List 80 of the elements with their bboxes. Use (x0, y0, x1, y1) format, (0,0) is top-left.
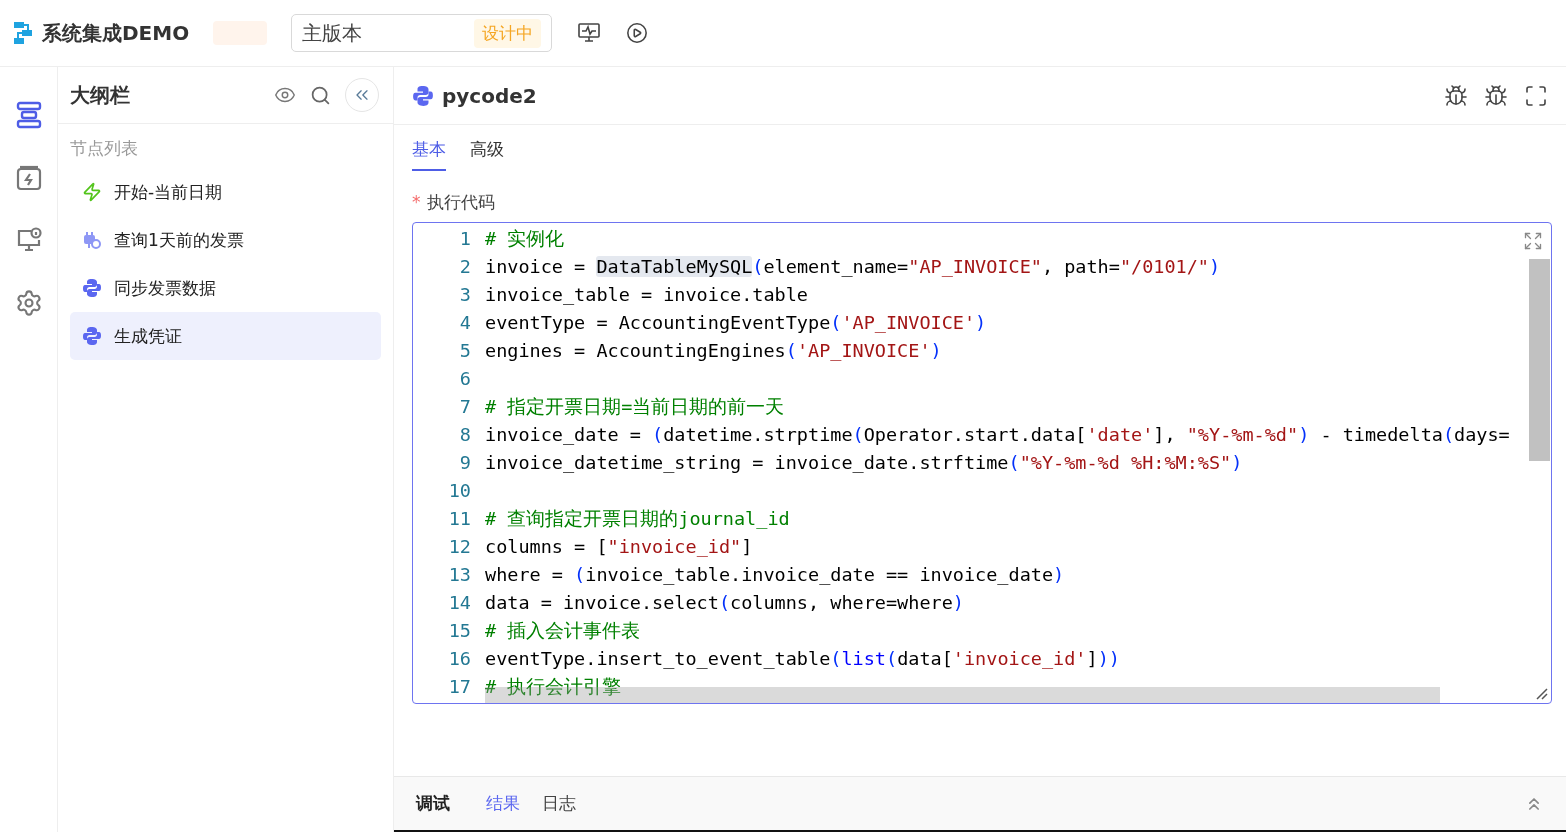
monitor-info-icon[interactable] (15, 227, 42, 253)
node-label: 查询1天前的发票 (114, 228, 244, 252)
line-number: 17 (447, 675, 471, 697)
play-button[interactable] (626, 22, 649, 44)
tab[interactable]: 结果 (486, 792, 520, 815)
code-line: engines = AccountingEngines('AP_INVOICE') (485, 339, 942, 361)
play-icon (626, 22, 649, 44)
code-line: where = (invoice_table.invoice_date == invoice_date) (485, 563, 1065, 585)
node-label: 生成凭证 (114, 324, 182, 348)
node-item[interactable]: 查询1天前的发票 (70, 216, 381, 264)
code-line: invoice = DataTableMySQL(element_name="AP_INVOICE", path="/0101/") (485, 255, 1221, 277)
bug-icon (1484, 83, 1508, 108)
python-icon (412, 84, 434, 107)
line-number: 13 (447, 563, 471, 585)
line-number: 8 (458, 423, 471, 445)
code-line: eventType.insert_to_event_table(list(data['invoice_id'])) (485, 647, 1120, 669)
section-title: 节点列表 (69, 137, 139, 160)
line-number: 11 (447, 507, 471, 529)
fullscreen-icon (1524, 83, 1548, 108)
monitor-icon (578, 23, 601, 43)
line-number: 15 (447, 619, 471, 641)
line-number: 7 (458, 395, 471, 417)
code-editor[interactable] (412, 222, 1552, 704)
plug-icon (82, 230, 102, 250)
expand-button[interactable] (1523, 231, 1543, 251)
required-mark: * (412, 192, 421, 212)
field-label: * 执行代码 (411, 191, 496, 214)
fullscreen-button[interactable] (1524, 83, 1548, 108)
line-number: 12 (447, 535, 471, 557)
tab[interactable]: 高级 (470, 138, 504, 171)
line-number: 3 (458, 283, 471, 305)
python-icon (82, 278, 102, 298)
node-label: 开始-当前日期 (114, 180, 223, 204)
search-icon (310, 84, 331, 106)
monitor-button[interactable] (578, 23, 601, 43)
node-label: 同步发票数据 (114, 276, 216, 300)
panel-title: 调试 (416, 792, 450, 815)
app-title: 系统集成DEMO (42, 19, 190, 47)
line-number: 4 (458, 311, 471, 333)
debug-log-button[interactable] (1484, 83, 1508, 108)
node-item[interactable]: 生成凭证 (70, 312, 381, 360)
line-number: 16 (447, 647, 471, 669)
code-line: # 查询指定开票日期的journal_id (485, 506, 790, 531)
lightning-box-icon[interactable] (15, 165, 42, 191)
debug-button[interactable] (1444, 83, 1468, 108)
code-line: eventType = AccountingEventType('AP_INVOICE') (485, 311, 987, 333)
node-item[interactable]: 开始-当前日期 (70, 168, 381, 216)
code-line: data = invoice.select(columns, where=where) (485, 591, 964, 613)
line-number: 6 (458, 367, 471, 389)
code-line: columns = ["invoice_id"] (485, 535, 753, 557)
line-number: 14 (447, 591, 471, 613)
line-number: 5 (458, 339, 471, 361)
expand-icon (1523, 231, 1543, 251)
node-title: pycode2 (442, 83, 538, 108)
scrollbar-thumb[interactable] (1529, 259, 1550, 461)
line-number: 9 (458, 451, 471, 473)
logo-icon (14, 22, 32, 44)
line-number: 2 (458, 255, 471, 277)
code-line: # 执行会计引擎 (485, 674, 622, 699)
lightning-icon (82, 182, 102, 202)
node-item[interactable]: 同步发票数据 (70, 264, 381, 312)
version-select[interactable]: 主版本 设计中 (291, 14, 553, 52)
resize-handle-icon[interactable] (1534, 686, 1548, 700)
line-number: 10 (447, 479, 471, 501)
python-icon (82, 326, 102, 346)
status-tag: 设计中 (474, 18, 542, 48)
bug-icon (1444, 83, 1468, 108)
stack-icon[interactable] (15, 101, 42, 129)
tab[interactable]: 日志 (542, 792, 576, 815)
outline-title: 大纲栏 (70, 81, 131, 109)
code-line: # 插入会计事件表 (485, 618, 641, 643)
search-button[interactable] (310, 84, 331, 106)
line-number: 1 (458, 227, 471, 249)
code-line: invoice_datetime_string = invoice_date.strftime("%Y-%m-%d %H:%M:%S") (485, 451, 1243, 473)
settings-icon[interactable] (14, 289, 43, 317)
code-line: # 实例化 (485, 226, 565, 251)
code-line: invoice_table = invoice.table (485, 283, 808, 305)
code-line: invoice_date = (datetime.strptime(Operator.start.data['date'], "%Y-%m-%d") - timedelta(days= (485, 423, 1510, 445)
tab[interactable]: 基本 (412, 138, 446, 171)
code-line: # 指定开票日期=当前日期的前一天 (485, 394, 785, 419)
